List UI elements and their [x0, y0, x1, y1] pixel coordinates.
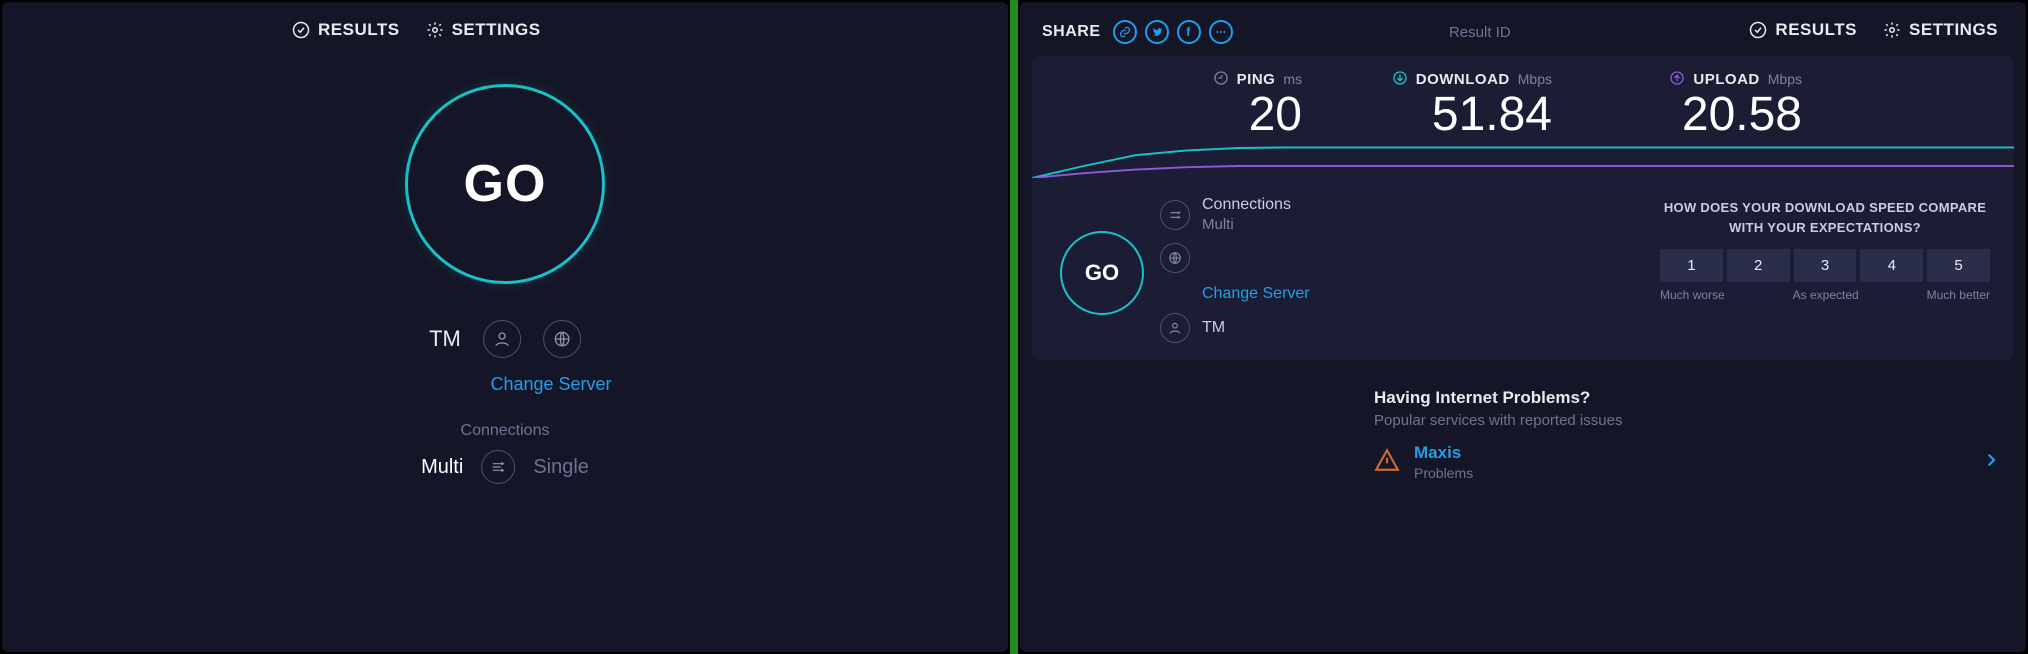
top-nav-right: RESULTS SETTINGS: [1749, 20, 1998, 40]
download-unit: Mbps: [1518, 71, 1552, 87]
connection-single-option[interactable]: Single: [533, 456, 589, 479]
survey-option-2[interactable]: 2: [1727, 249, 1790, 282]
speed-chart: [1032, 142, 2014, 178]
upload-label: UPLOAD: [1693, 71, 1759, 88]
isp-row: TM: [429, 320, 581, 358]
settings-label: SETTINGS: [1909, 20, 1998, 40]
share-icons: f: [1113, 20, 1233, 44]
connections-label: Connections: [461, 422, 550, 440]
chevron-right-icon: [1982, 449, 2000, 475]
metrics-row: PING ms 20 DOWNLOAD Mbps 51.84 UPLOAD Mb…: [1032, 56, 2014, 140]
speedtest-result-panel: SHARE f Result ID RESULTS SETTIN: [1020, 2, 2026, 652]
survey-option-3[interactable]: 3: [1794, 249, 1857, 282]
metrics-lower: GO Connections Multi: [1032, 186, 2014, 360]
results-link[interactable]: RESULTS: [1749, 20, 1857, 40]
results-label: RESULTS: [1775, 20, 1857, 40]
connections-title: Connections: [1202, 196, 1291, 214]
results-label: RESULTS: [318, 20, 400, 40]
problems-title: Having Internet Problems?: [1374, 388, 2000, 408]
settings-label: SETTINGS: [452, 20, 541, 40]
download-label: DOWNLOAD: [1416, 71, 1510, 88]
share-block: SHARE f: [1042, 20, 1233, 44]
upload-metric: UPLOAD Mbps 20.58: [1612, 70, 1802, 140]
ping-label: PING: [1237, 71, 1276, 88]
survey-question: HOW DOES YOUR DOWNLOAD SPEED COMPARE WIT…: [1660, 198, 1990, 237]
user-icon: [1160, 313, 1190, 343]
share-twitter-icon[interactable]: [1145, 20, 1169, 44]
result-id-label: Result ID: [1449, 24, 1511, 41]
go-label: GO: [464, 154, 547, 214]
ping-value: 20: [1162, 90, 1302, 140]
gear-icon: [426, 21, 444, 39]
go-button[interactable]: GO: [405, 84, 605, 284]
go-again-label: GO: [1085, 260, 1119, 286]
ping-metric: PING ms 20: [1162, 70, 1302, 140]
share-link-icon[interactable]: [1113, 20, 1137, 44]
problem-service-status: Problems: [1414, 465, 1473, 481]
connection-multi-option[interactable]: Multi: [421, 456, 463, 479]
ping-icon: [1211, 70, 1229, 88]
multi-arrows-icon[interactable]: [481, 450, 515, 484]
metrics-card: PING ms 20 DOWNLOAD Mbps 51.84 UPLOAD Mb…: [1032, 56, 2014, 360]
go-again-button[interactable]: GO: [1060, 231, 1144, 315]
upload-icon: [1667, 70, 1685, 88]
globe-icon[interactable]: [543, 320, 581, 358]
speedtest-start-panel: RESULTS SETTINGS GO TM Change Server Con…: [2, 2, 1008, 652]
multi-arrows-icon: [1160, 200, 1190, 230]
warning-icon: [1374, 447, 1400, 478]
survey-block: HOW DOES YOUR DOWNLOAD SPEED COMPARE WIT…: [1660, 198, 1990, 302]
share-facebook-icon[interactable]: f: [1177, 20, 1201, 44]
download-value: 51.84: [1362, 90, 1552, 140]
settings-link[interactable]: SETTINGS: [426, 20, 541, 40]
survey-option-5[interactable]: 5: [1927, 249, 1990, 282]
globe-icon: [1160, 243, 1190, 273]
survey-scale-labels: Much worse As expected Much better: [1660, 288, 1990, 302]
settings-link[interactable]: SETTINGS: [1883, 20, 1998, 40]
isp-name: TM: [1202, 319, 1225, 337]
download-icon: [1390, 70, 1408, 88]
problems-block: Having Internet Problems? Popular servic…: [1374, 388, 2000, 481]
user-icon[interactable]: [483, 320, 521, 358]
upload-value: 20.58: [1612, 90, 1802, 140]
survey-low-label: Much worse: [1660, 288, 1725, 302]
problem-service-name: Maxis: [1414, 443, 1473, 463]
survey-high-label: Much better: [1927, 288, 1990, 302]
upload-unit: Mbps: [1768, 71, 1802, 87]
change-server-link[interactable]: Change Server: [1202, 285, 1310, 303]
connection-info: Connections Multi Change Server TM: [1160, 196, 1310, 343]
isp-name: TM: [429, 326, 461, 352]
change-server-link[interactable]: Change Server: [490, 374, 611, 395]
problems-subtitle: Popular services with reported issues: [1374, 412, 2000, 429]
connections-mode: Multi: [1202, 216, 1291, 233]
ping-unit: ms: [1283, 71, 1302, 87]
top-nav: RESULTS SETTINGS: [292, 20, 541, 40]
problem-service-row[interactable]: Maxis Problems: [1374, 443, 2000, 481]
panel-divider: [1010, 0, 1018, 654]
gear-icon: [1883, 21, 1901, 39]
connection-mode-toggle: Multi Single: [421, 450, 589, 484]
download-metric: DOWNLOAD Mbps 51.84: [1362, 70, 1552, 140]
share-label: SHARE: [1042, 23, 1101, 41]
survey-mid-label: As expected: [1793, 288, 1859, 302]
survey-options: 1 2 3 4 5: [1660, 249, 1990, 282]
survey-option-1[interactable]: 1: [1660, 249, 1723, 282]
results-link[interactable]: RESULTS: [292, 20, 400, 40]
check-circle-icon: [1749, 21, 1767, 39]
survey-option-4[interactable]: 4: [1860, 249, 1923, 282]
share-more-icon[interactable]: [1209, 20, 1233, 44]
check-circle-icon: [292, 21, 310, 39]
